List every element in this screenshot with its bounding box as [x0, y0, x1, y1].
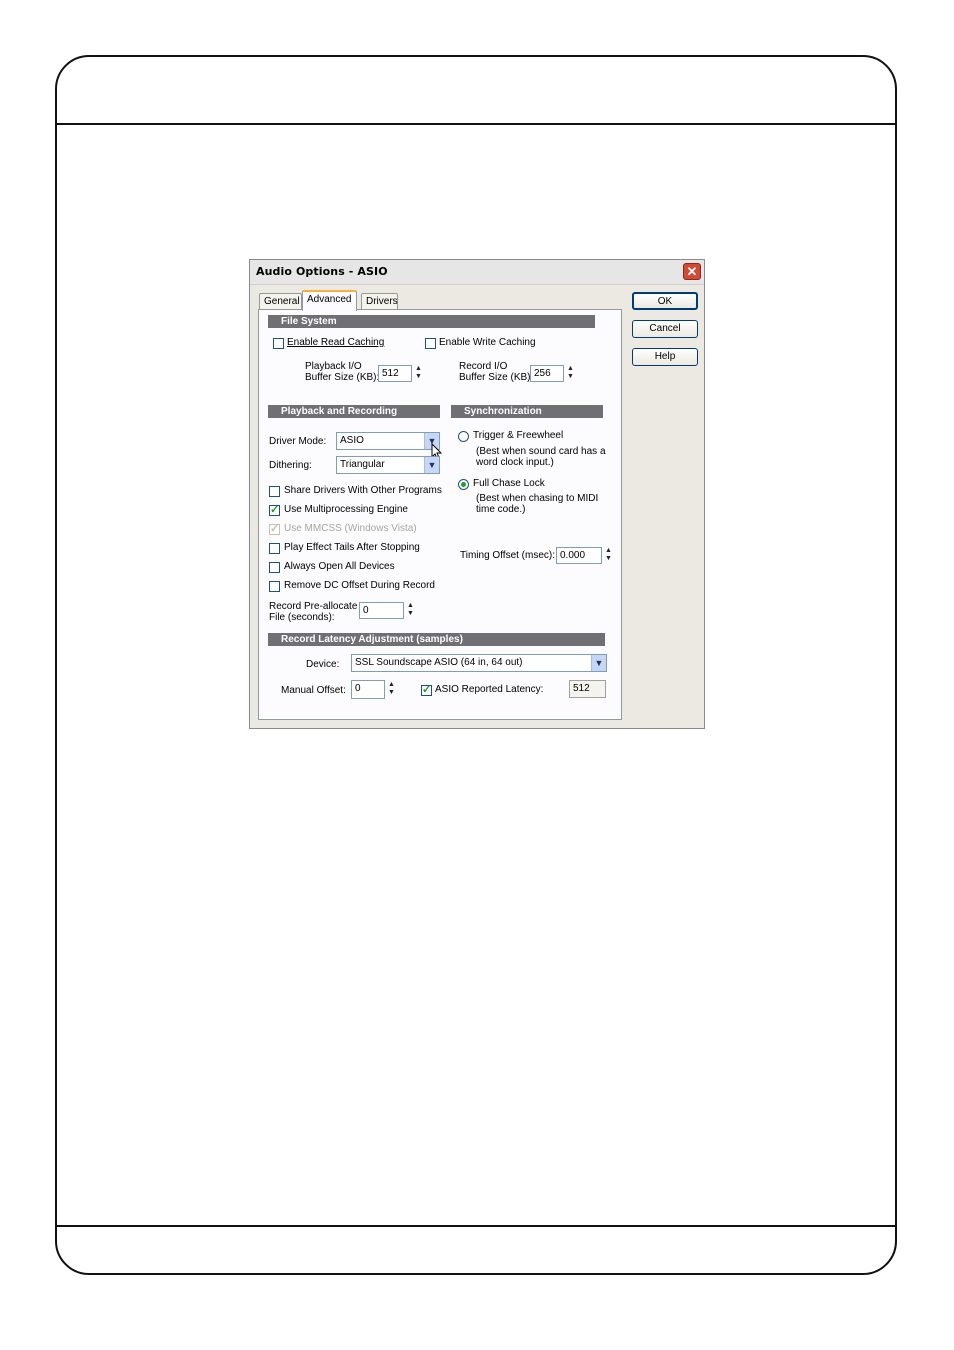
timing-offset-label: Timing Offset (msec): — [460, 550, 556, 561]
driver-mode-select[interactable]: ASIO ▼ — [336, 432, 440, 450]
spin-up-icon[interactable]: ▲ — [406, 602, 415, 610]
close-button[interactable]: ✕ — [683, 263, 701, 280]
footer-rule — [57, 1225, 895, 1227]
record-buffer-label-1: Record I/O — [459, 361, 508, 372]
preallocate-label-2: File (seconds): — [269, 612, 335, 623]
share-drivers-checkbox[interactable] — [269, 486, 280, 497]
spin-down-icon[interactable]: ▼ — [566, 373, 575, 381]
manual-offset-input[interactable]: 0 — [351, 680, 385, 699]
playback-buffer-input[interactable]: 512 — [378, 365, 412, 382]
tab-advanced[interactable]: Advanced — [302, 290, 357, 311]
full-chase-lock-radio[interactable] — [458, 479, 469, 490]
full-chase-lock-desc-1: (Best when chasing to MIDI — [476, 493, 599, 504]
mmcss-label: Use MMCSS (Windows Vista) — [284, 523, 417, 534]
chevron-down-icon[interactable]: ▼ — [424, 457, 439, 473]
playback-recording-header: Playback and Recording — [268, 405, 440, 418]
remove-dc-offset-checkbox[interactable] — [269, 581, 280, 592]
file-system-header: File System — [268, 315, 595, 328]
driver-mode-value: ASIO — [340, 435, 364, 446]
chevron-down-icon[interactable]: ▼ — [591, 655, 606, 671]
tab-general[interactable]: General — [259, 293, 302, 310]
preallocate-spinner[interactable]: ▲ ▼ — [406, 602, 415, 619]
trigger-freewheel-label: Trigger & Freewheel — [473, 430, 564, 441]
close-icon: ✕ — [686, 264, 698, 279]
spin-down-icon[interactable]: ▼ — [406, 610, 415, 618]
enable-read-caching-checkbox[interactable] — [273, 338, 284, 349]
asio-reported-latency-checkbox[interactable] — [421, 683, 432, 696]
record-buffer-spinner[interactable]: ▲ ▼ — [566, 365, 575, 382]
preallocate-input[interactable]: 0 — [359, 602, 404, 619]
playback-buffer-label-2: Buffer Size (KB): — [305, 372, 380, 383]
device-select[interactable]: SSL Soundscape ASIO (64 in, 64 out) ▼ — [351, 654, 607, 672]
dithering-select[interactable]: Triangular ▼ — [336, 456, 440, 474]
dialog-title: Audio Options - ASIO — [256, 265, 388, 278]
trigger-freewheel-radio[interactable] — [458, 431, 469, 442]
enable-write-caching-label: Enable Write Caching — [439, 337, 536, 348]
dithering-value: Triangular — [340, 459, 385, 470]
help-button[interactable]: Help — [632, 348, 698, 366]
timing-offset-input[interactable]: 0.000 — [556, 547, 602, 564]
record-buffer-input[interactable]: 256 — [530, 365, 564, 382]
multiprocessing-label: Use Multiprocessing Engine — [284, 504, 408, 515]
synchronization-header: Synchronization — [451, 405, 603, 418]
record-buffer-label-2: Buffer Size (KB): — [459, 372, 534, 383]
spin-down-icon[interactable]: ▼ — [604, 555, 613, 563]
preallocate-label-1: Record Pre-allocate — [269, 601, 358, 612]
latency-header: Record Latency Adjustment (samples) — [268, 633, 605, 646]
trigger-freewheel-desc-2: word clock input.) — [476, 457, 554, 468]
advanced-panel: File System Enable Read Caching Enable W… — [258, 309, 622, 720]
enable-read-caching-label: Enable Read Caching — [287, 337, 385, 348]
multiprocessing-checkbox[interactable] — [269, 503, 280, 516]
spin-down-icon[interactable]: ▼ — [387, 689, 396, 697]
header-rule — [57, 123, 895, 125]
device-label: Device: — [306, 659, 340, 670]
remove-dc-offset-label: Remove DC Offset During Record — [284, 580, 435, 591]
audio-options-dialog: Audio Options - ASIO ✕ General Advanced … — [249, 259, 705, 729]
spin-up-icon[interactable]: ▲ — [604, 547, 613, 555]
full-chase-lock-label: Full Chase Lock — [473, 478, 545, 489]
asio-reported-latency-label: ASIO Reported Latency: — [435, 684, 544, 695]
spin-up-icon[interactable]: ▲ — [566, 365, 575, 373]
playback-buffer-label-1: Playback I/O — [305, 361, 362, 372]
spin-up-icon[interactable]: ▲ — [387, 681, 396, 689]
manual-offset-spinner[interactable]: ▲ ▼ — [387, 681, 396, 698]
manual-offset-label: Manual Offset: — [281, 685, 346, 696]
device-value: SSL Soundscape ASIO (64 in, 64 out) — [355, 657, 523, 668]
dithering-label: Dithering: — [269, 460, 312, 471]
spin-up-icon[interactable]: ▲ — [414, 365, 423, 373]
timing-offset-spinner[interactable]: ▲ ▼ — [604, 547, 613, 564]
mmcss-checkbox — [269, 522, 280, 535]
tab-drivers[interactable]: Drivers — [361, 293, 398, 310]
cancel-button[interactable]: Cancel — [632, 320, 698, 338]
driver-mode-label: Driver Mode: — [269, 436, 327, 447]
effect-tails-label: Play Effect Tails After Stopping — [284, 542, 420, 553]
effect-tails-checkbox[interactable] — [269, 543, 280, 554]
full-chase-lock-desc-2: time code.) — [476, 504, 526, 515]
open-all-devices-label: Always Open All Devices — [284, 561, 395, 572]
title-bar[interactable]: Audio Options - ASIO ✕ — [250, 260, 704, 285]
trigger-freewheel-desc-1: (Best when sound card has a — [476, 446, 606, 457]
ok-button[interactable]: OK — [632, 292, 698, 310]
asio-reported-latency-value: 512 — [569, 680, 606, 698]
enable-write-caching-checkbox[interactable] — [425, 338, 436, 349]
playback-buffer-spinner[interactable]: ▲ ▼ — [414, 365, 423, 382]
spin-down-icon[interactable]: ▼ — [414, 373, 423, 381]
share-drivers-label: Share Drivers With Other Programs — [284, 485, 442, 496]
open-all-devices-checkbox[interactable] — [269, 562, 280, 573]
